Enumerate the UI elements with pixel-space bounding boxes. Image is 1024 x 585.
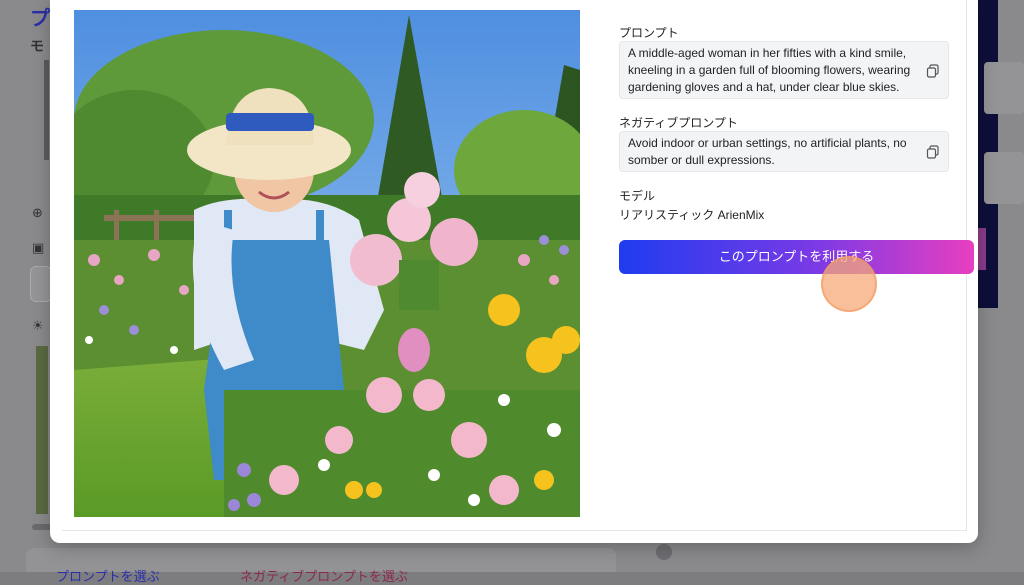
prompt-text-box: A middle-aged woman in her fifties with … bbox=[619, 41, 949, 99]
image-icon: ▣ bbox=[32, 240, 45, 255]
background-side-field bbox=[984, 62, 1024, 114]
background-choose-negative-prompt: ネガティブプロンプトを選ぶ bbox=[240, 569, 408, 584]
negative-prompt-text[interactable]: Avoid indoor or urban settings, no artif… bbox=[628, 135, 918, 169]
background-avatar bbox=[656, 544, 672, 560]
copy-prompt-icon[interactable] bbox=[926, 64, 940, 78]
background-scrollbar bbox=[32, 524, 52, 530]
background-input bbox=[30, 266, 52, 302]
generated-image bbox=[74, 10, 580, 517]
background-section-title: モ bbox=[30, 38, 44, 54]
background-thumbnail bbox=[44, 60, 49, 160]
background-choose-prompt: プロンプトを選ぶ bbox=[56, 569, 160, 584]
copy-negative-prompt-icon[interactable] bbox=[926, 145, 940, 159]
model-label: モデル bbox=[619, 189, 656, 203]
add-circle-icon: ⊕ bbox=[32, 205, 43, 220]
use-prompt-button[interactable]: このプロンプトを利用する bbox=[619, 240, 974, 274]
background-page-title: プ bbox=[30, 8, 50, 30]
prompt-text[interactable]: A middle-aged woman in her fifties with … bbox=[628, 45, 918, 96]
background-image-card bbox=[36, 346, 48, 514]
model-value: リアリスティック ArienMix bbox=[619, 208, 765, 222]
background-side-button bbox=[978, 228, 986, 270]
cursor-highlight bbox=[821, 256, 877, 312]
negative-prompt-label: ネガティブプロンプト bbox=[619, 116, 738, 130]
background-side-field bbox=[984, 152, 1024, 204]
prompt-label: プロンプト bbox=[619, 26, 679, 40]
lightbulb-icon: ☀ bbox=[32, 318, 44, 333]
negative-prompt-text-box: Avoid indoor or urban settings, no artif… bbox=[619, 131, 949, 172]
